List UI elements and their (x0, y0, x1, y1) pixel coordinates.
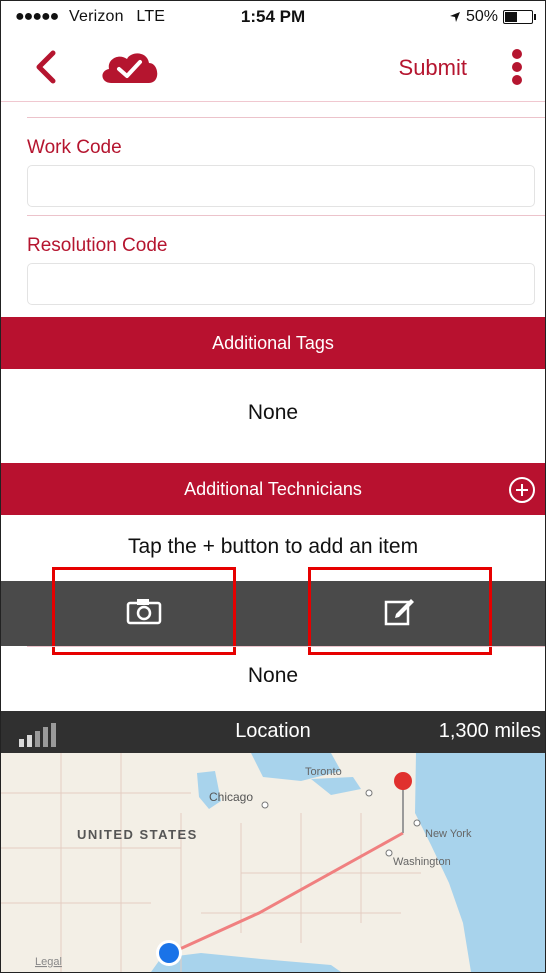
map-label-chicago: Chicago (209, 790, 253, 804)
map-label-washington: Washington (393, 856, 451, 868)
additional-tags-title: Additional Tags (212, 333, 334, 353)
battery-icon (503, 10, 536, 24)
additional-tags-value: None (247, 401, 299, 424)
additional-technicians-header: Additional Technicians (1, 463, 545, 515)
camera-button[interactable] (52, 567, 236, 655)
app-screen: ●●●●● Verizon LTE 1:54 PM 50% Submit Wor… (0, 0, 546, 973)
location-map[interactable]: Toronto Chicago UNITED STATES New York W… (1, 753, 545, 972)
attachments-value: None (247, 664, 299, 687)
edit-icon (384, 599, 414, 626)
cloud-check-icon[interactable] (97, 47, 161, 87)
location-bar: Location 1,300 miles (1, 711, 545, 753)
map-canvas: Toronto Chicago UNITED STATES New York W… (1, 753, 545, 972)
location-distance: 1,300 miles (438, 720, 541, 742)
back-chevron-icon[interactable] (27, 47, 67, 87)
more-options-icon[interactable] (509, 49, 525, 87)
status-right: 50% (449, 8, 536, 26)
current-location-icon (159, 943, 179, 963)
work-code-label: Work Code (27, 137, 122, 158)
additional-technicians-title: Additional Technicians (184, 479, 362, 499)
divider (27, 215, 545, 216)
resolution-code-label: Resolution Code (27, 235, 168, 256)
location-arrow-icon (449, 12, 460, 22)
submit-button[interactable]: Submit (399, 55, 467, 81)
camera-icon (126, 599, 162, 625)
divider (27, 117, 545, 118)
status-bar: ●●●●● Verizon LTE 1:54 PM 50% (1, 1, 545, 31)
destination-pin-icon[interactable] (394, 772, 412, 790)
navigation-bar: Submit (1, 31, 545, 102)
work-code-field[interactable] (27, 165, 535, 207)
battery-percent: 50% (465, 8, 498, 25)
add-technician-icon[interactable] (509, 477, 535, 503)
map-label-new-york: New York (425, 828, 472, 840)
map-legal-link[interactable]: Legal (35, 956, 62, 968)
attachment-toolbar (1, 567, 545, 655)
resolution-code-field[interactable] (27, 263, 535, 305)
map-label-united-states: UNITED STATES (77, 827, 198, 842)
edit-button[interactable] (308, 567, 492, 655)
divider (27, 646, 545, 647)
additional-tags-header: Additional Tags (1, 317, 545, 369)
map-label-toronto: Toronto (305, 766, 342, 778)
technicians-hint: Tap the + button to add an item (127, 535, 419, 558)
